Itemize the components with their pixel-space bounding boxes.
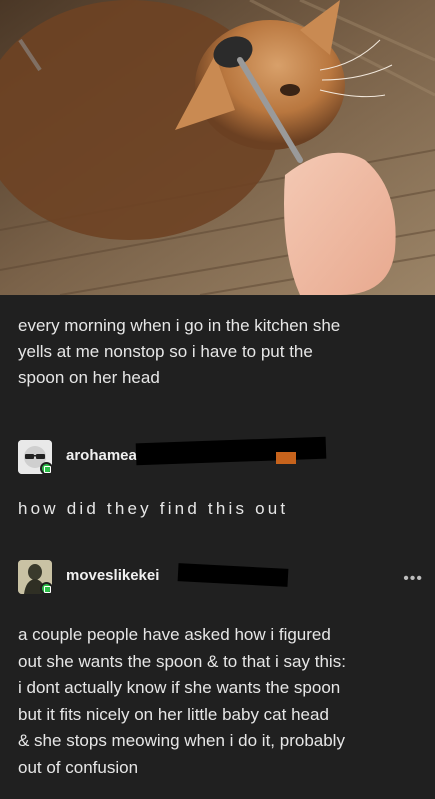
- redaction-mark: [177, 563, 289, 587]
- post-caption-line: yells at me nonstop so i have to put the: [18, 342, 313, 361]
- cat-photo-image: [0, 0, 435, 295]
- reblog-badge-icon: [40, 582, 53, 595]
- username[interactable]: arohamea: [66, 447, 137, 464]
- redaction-mark: [276, 452, 296, 464]
- reblog-text-line: but it fits nicely on her little baby ca…: [18, 704, 329, 724]
- username[interactable]: moveslikekei: [66, 567, 159, 584]
- post-caption-line: spoon on her head: [18, 368, 160, 387]
- reblog-text: how did they find this out: [18, 499, 289, 518]
- reblog-entry: arohamea how did they find this out: [18, 436, 423, 530]
- redaction-mark: [135, 436, 327, 466]
- reblog-text: a couple people have asked how i figured…: [18, 622, 428, 781]
- reblog-entry: moveslikekei •••: [18, 560, 423, 610]
- reblog-text-line: a couple people have asked how i figured: [18, 625, 331, 644]
- reblog-text-line: & she stops meowing when i do it, probab…: [18, 731, 345, 750]
- reblog-text-line: i dont actually know if she wants the sp…: [18, 678, 341, 697]
- post-caption: every morning when i go in the kitchen s…: [18, 313, 423, 391]
- reblog-badge-icon: [40, 462, 53, 475]
- post-caption-line: every morning when i go in the kitchen s…: [18, 316, 341, 335]
- reblog-text-line: out she wants the spoon & to that i say …: [18, 651, 346, 671]
- post-photo: [0, 0, 435, 295]
- more-options-icon[interactable]: •••: [403, 570, 423, 588]
- reblog-text-line: out of confusion: [18, 757, 139, 777]
